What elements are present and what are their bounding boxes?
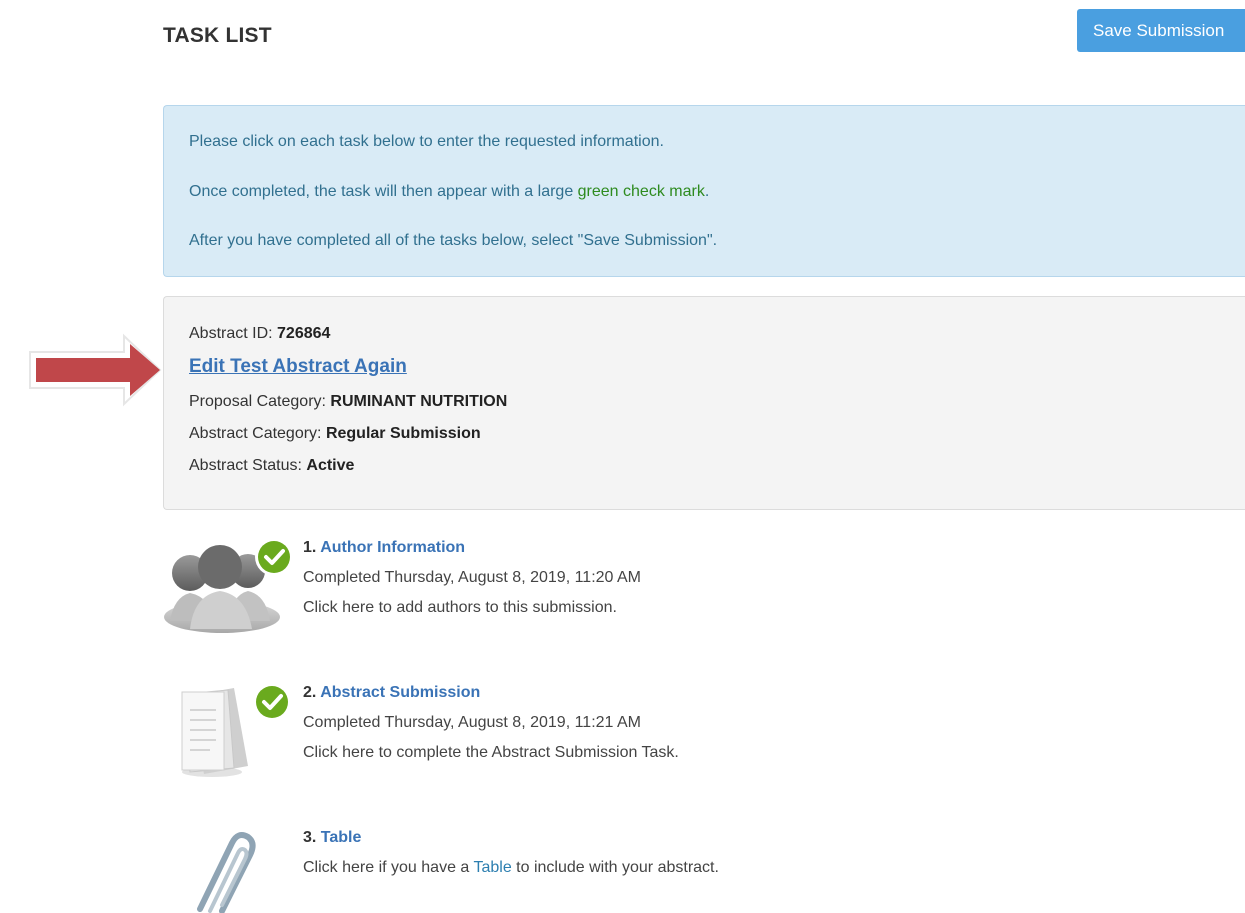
abstract-category-row: Abstract Category: Regular Submission: [189, 425, 481, 443]
proposal-category-row: Proposal Category: RUMINANT NUTRITION: [189, 393, 507, 411]
instruction-period: .: [704, 183, 710, 200]
task-description: Click here if you have a Table to includ…: [303, 859, 719, 877]
task-title-row: 2. Abstract Submission: [303, 684, 480, 702]
task-title-row: 1. Author Information: [303, 539, 465, 557]
documents-icon: [181, 683, 291, 777]
abstract-id-label: Abstract ID:: [189, 325, 273, 342]
instructions-panel: Please click on each task below to enter…: [163, 105, 1245, 277]
abstract-summary-panel: Abstract ID: 726864 Edit Test Abstract A…: [163, 296, 1245, 510]
task-completed-date: Completed Thursday, August 8, 2019, 11:2…: [303, 569, 641, 586]
task-description[interactable]: Click here to add authors to this submis…: [303, 599, 617, 617]
abstract-status-row: Abstract Status: Active: [189, 457, 354, 475]
abstract-submission-link[interactable]: Abstract Submission: [320, 684, 480, 701]
abstract-category-value: Regular Submission: [325, 425, 481, 442]
task-description-text: Click here if you have a: [303, 859, 474, 876]
paperclip-icon: [197, 832, 256, 913]
task-description[interactable]: Click here to complete the Abstract Subm…: [303, 744, 679, 762]
green-check-text: green check mark: [577, 183, 705, 200]
task-completed-date: Completed Thursday, August 8, 2019, 11:2…: [303, 714, 641, 731]
abstract-id-row: Abstract ID: 726864: [189, 325, 330, 343]
abstract-title-link[interactable]: Edit Test Abstract Again: [189, 356, 407, 378]
page-title: TASK LIST: [163, 24, 272, 47]
task-number: 2.: [303, 684, 317, 701]
instruction-line-1: Please click on each task below to enter…: [189, 133, 664, 150]
table-link[interactable]: Table: [321, 829, 362, 846]
task-item-abstract-submission[interactable]: 2. Abstract Submission Completed Thursda…: [160, 680, 1240, 780]
proposal-category-value: RUMINANT NUTRITION: [330, 393, 508, 410]
task-number: 1.: [303, 539, 317, 556]
task-title-row: 3. Table: [303, 829, 361, 847]
instruction-line-3: After you have completed all of the task…: [189, 232, 718, 249]
callout-arrow-icon: [29, 333, 162, 407]
abstract-id-value: 726864: [277, 325, 331, 342]
instruction-text: Once completed, the task will then appea…: [189, 183, 578, 200]
task-number: 3.: [303, 829, 317, 846]
save-submission-button[interactable]: Save Submission: [1077, 9, 1245, 52]
task-item-table[interactable]: 3. Table Click here if you have a Table …: [160, 825, 1240, 913]
abstract-category-label: Abstract Category:: [189, 425, 322, 442]
people-icon: [164, 538, 293, 633]
task-description-text-end: to include with your abstract.: [511, 859, 719, 876]
abstract-status-label: Abstract Status:: [189, 457, 302, 474]
table-inline-link[interactable]: Table: [473, 859, 511, 876]
proposal-category-label: Proposal Category:: [189, 393, 326, 410]
instruction-line-2: Once completed, the task will then appea…: [189, 183, 709, 201]
abstract-status-value: Active: [306, 457, 355, 474]
task-item-author-information[interactable]: 1. Author Information Completed Thursday…: [160, 535, 1240, 635]
author-information-link[interactable]: Author Information: [320, 539, 465, 556]
